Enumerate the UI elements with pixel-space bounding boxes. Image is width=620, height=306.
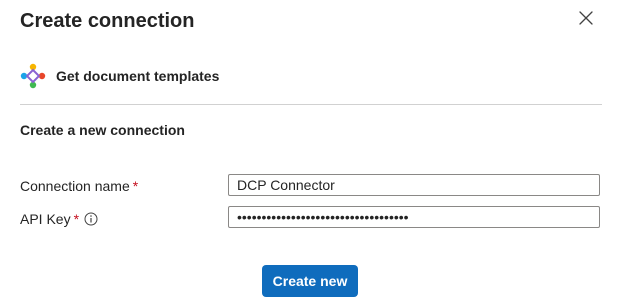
close-icon <box>579 10 593 30</box>
info-icon[interactable] <box>84 212 98 226</box>
section-heading: Create a new connection <box>20 122 185 138</box>
connection-name-label: Connection name * <box>20 178 138 194</box>
divider <box>20 104 602 105</box>
connector-logo-icon <box>20 63 46 89</box>
create-connection-dialog: Create connection Get document templates… <box>0 0 620 306</box>
connection-name-label-text: Connection name <box>20 178 130 194</box>
connector-name: Get document templates <box>56 68 220 84</box>
dialog-title: Create connection <box>20 10 195 32</box>
api-key-label-text: API Key <box>20 211 71 227</box>
required-marker: * <box>132 178 139 194</box>
api-key-input[interactable] <box>228 206 600 228</box>
connection-name-input[interactable] <box>228 174 600 196</box>
create-new-button[interactable]: Create new <box>262 265 358 297</box>
close-button[interactable] <box>572 6 600 34</box>
connector-row: Get document templates <box>20 62 219 90</box>
required-marker: * <box>73 211 80 227</box>
api-key-label: API Key * <box>20 211 98 227</box>
